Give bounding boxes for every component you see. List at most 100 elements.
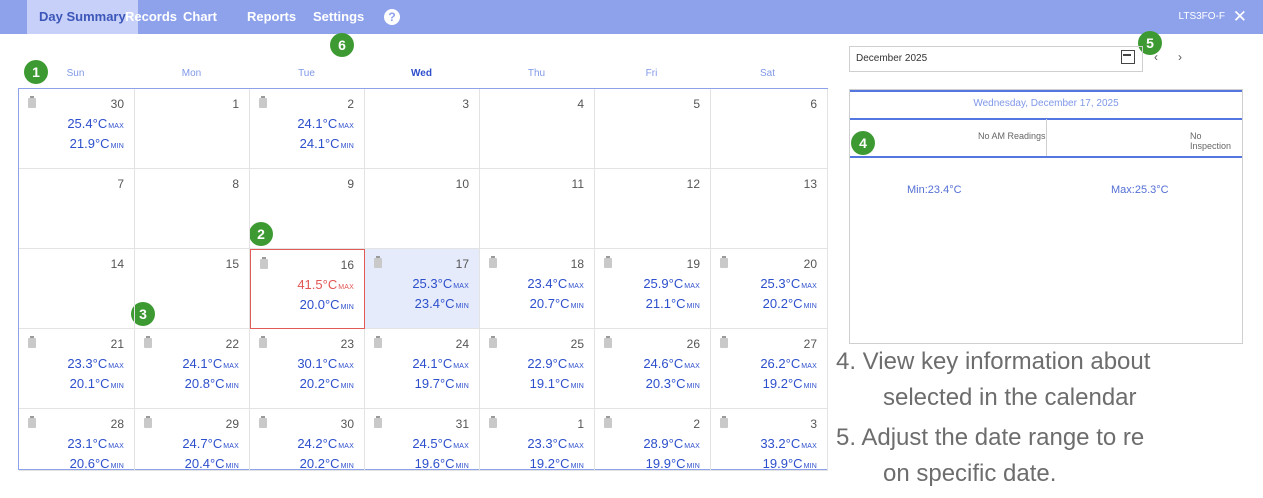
tab-chart[interactable]: Chart (183, 0, 217, 34)
max-temperature: 24.1°CMAX (412, 356, 469, 371)
calendar-day-cell[interactable]: 26 24.6°CMAX 20.3°CMIN (595, 329, 711, 409)
calendar-day-cell[interactable]: 19 25.9°CMAX 21.1°CMIN (595, 249, 711, 329)
max-temperature-value: 23.3°C (67, 356, 108, 371)
calendar-day-cell[interactable]: 10 (365, 169, 480, 249)
tab-settings[interactable]: Settings (313, 0, 364, 34)
max-temperature: 41.5°CMAX (297, 277, 354, 292)
calendar-day-cell[interactable]: 30 24.2°CMAX 20.2°CMIN (250, 409, 365, 471)
max-temperature-value: 24.2°C (297, 436, 338, 451)
calendar-day-cell[interactable]: 1 (135, 89, 250, 169)
month-picker-input[interactable]: December 2025 (849, 46, 1143, 72)
weekday-label: Sun (66, 68, 85, 79)
help-icon[interactable]: ? (384, 9, 400, 25)
calendar-day-cell[interactable]: 17 25.3°CMAX 23.4°CMIN (365, 249, 480, 329)
day-number: 29 (225, 417, 239, 431)
day-number: 3 (810, 417, 817, 431)
user-label: LTS3FO-F (1178, 11, 1225, 22)
calendar-day-cell[interactable]: 11 (480, 169, 595, 249)
max-unit-label: MAX (801, 283, 817, 290)
max-unit-label: MAX (684, 283, 700, 290)
min-temperature-value: 19.9°C (645, 456, 686, 471)
min-unit-label: MIN (803, 383, 817, 390)
min-unit-label: MIN (455, 383, 469, 390)
weekday-label: Thu (527, 68, 546, 79)
max-temperature: 24.1°CMAX (297, 116, 354, 131)
min-temperature-value: 19.1°C (529, 376, 570, 391)
close-icon[interactable]: ✕ (1233, 0, 1247, 34)
max-temperature: 24.6°CMAX (643, 356, 700, 371)
calendar-day-cell[interactable]: 18 23.4°CMAX 20.7°CMIN (480, 249, 595, 329)
calendar-day-cell[interactable]: 15 (135, 249, 250, 329)
calendar-day-cell[interactable]: 6 (711, 89, 828, 169)
min-temperature-value: 20.3°C (645, 376, 686, 391)
clipboard-icon (604, 256, 612, 268)
max-temperature: 24.2°CMAX (297, 436, 354, 451)
calendar-icon[interactable] (1121, 50, 1135, 64)
min-unit-label: MIN (110, 463, 124, 470)
max-temperature-value: 25.3°C (760, 276, 801, 291)
tab-reports[interactable]: Reports (247, 0, 296, 34)
calendar-day-cell[interactable]: 28 23.1°CMAX 20.6°CMIN (19, 409, 135, 471)
min-unit-label: MIN (686, 463, 700, 470)
calendar-day-cell[interactable]: 2 28.9°CMAX 19.9°CMIN (595, 409, 711, 471)
min-unit-label: MIN (455, 303, 469, 310)
day-number: 16 (340, 258, 354, 272)
calendar-day-cell[interactable]: 4 (480, 89, 595, 169)
min-unit-label: MIN (340, 143, 354, 150)
calendar-day-cell[interactable]: 3 (365, 89, 480, 169)
clipboard-icon (374, 256, 382, 268)
max-unit-label: MAX (223, 363, 239, 370)
calendar-day-cell[interactable]: 2 24.1°CMAX 24.1°CMIN (250, 89, 365, 169)
calendar-day-cell[interactable]: 21 23.3°CMAX 20.1°CMIN (19, 329, 135, 409)
calendar-day-cell[interactable]: 14 (19, 249, 135, 329)
min-temperature-value: 21.9°C (69, 136, 110, 151)
calendar-day-cell[interactable]: 23 30.1°CMAX 20.2°CMIN (250, 329, 365, 409)
tab-records[interactable]: Records (125, 0, 177, 34)
clipboard-icon (259, 416, 267, 428)
max-temperature-value: 24.1°C (297, 116, 338, 131)
max-temperature-value: 25.9°C (643, 276, 684, 291)
calendar-day-cell[interactable]: 30 25.4°CMAX 21.9°CMIN (19, 89, 135, 169)
calendar-day-cell[interactable]: 31 24.5°CMAX 19.6°CMIN (365, 409, 480, 471)
min-temperature: 19.6°CMIN (415, 456, 469, 471)
min-unit-label: MIN (686, 303, 700, 310)
calendar-day-cell[interactable]: 13 (711, 169, 828, 249)
weekday-label: Fri (645, 68, 658, 79)
calendar-day-cell[interactable]: 8 (135, 169, 250, 249)
max-temperature-value: 24.5°C (412, 436, 453, 451)
min-unit-label: MIN (686, 383, 700, 390)
clipboard-icon (259, 96, 267, 108)
calendar-day-cell[interactable]: 5 (595, 89, 711, 169)
calendar-day-cell[interactable]: 20 25.3°CMAX 20.2°CMIN (711, 249, 828, 329)
calendar-day-cell[interactable]: 9 (250, 169, 365, 249)
weekday-label: Mon (181, 68, 202, 79)
max-temperature: 24.1°CMAX (182, 356, 239, 371)
day-min-temperature: Min:23.4°C (907, 184, 962, 196)
calendar-day-cell[interactable]: 24 24.1°CMAX 19.7°CMIN (365, 329, 480, 409)
calendar-day-cell[interactable]: 7 (19, 169, 135, 249)
selected-date-title: Wednesday, December 17, 2025 (973, 98, 1119, 109)
day-number: 22 (225, 337, 239, 351)
max-temperature-value: 25.3°C (412, 276, 453, 291)
max-unit-label: MAX (568, 283, 584, 290)
calendar-day-cell[interactable]: 27 26.2°CMAX 19.2°CMIN (711, 329, 828, 409)
min-temperature: 20.8°CMIN (185, 376, 239, 391)
day-number: 30 (110, 97, 124, 111)
day-number: 3 (462, 97, 469, 111)
max-unit-label: MAX (108, 443, 124, 450)
tab-day-summary[interactable]: Day Summary (27, 0, 138, 34)
min-unit-label: MIN (803, 463, 817, 470)
calendar-day-cell[interactable]: 16 41.5°CMAX 20.0°CMIN (250, 249, 365, 329)
day-number: 4 (577, 97, 584, 111)
calendar-day-cell[interactable]: 1 23.3°CMAX 19.2°CMIN (480, 409, 595, 471)
min-temperature-value: 20.2°C (299, 376, 340, 391)
calendar-day-cell[interactable]: 3 33.2°CMAX 19.9°CMIN (711, 409, 828, 471)
am-readings-status: No AM Readings (978, 131, 1046, 141)
calendar-day-cell[interactable]: 29 24.7°CMAX 20.4°CMIN (135, 409, 250, 471)
calendar-day-cell[interactable]: 25 22.9°CMAX 19.1°CMIN (480, 329, 595, 409)
calendar-day-cell[interactable]: 12 (595, 169, 711, 249)
previous-month-button[interactable]: ‹ (1154, 50, 1158, 64)
min-temperature-value: 19.9°C (762, 456, 803, 471)
next-month-button[interactable]: › (1178, 50, 1182, 64)
calendar-day-cell[interactable]: 22 24.1°CMAX 20.8°CMIN (135, 329, 250, 409)
